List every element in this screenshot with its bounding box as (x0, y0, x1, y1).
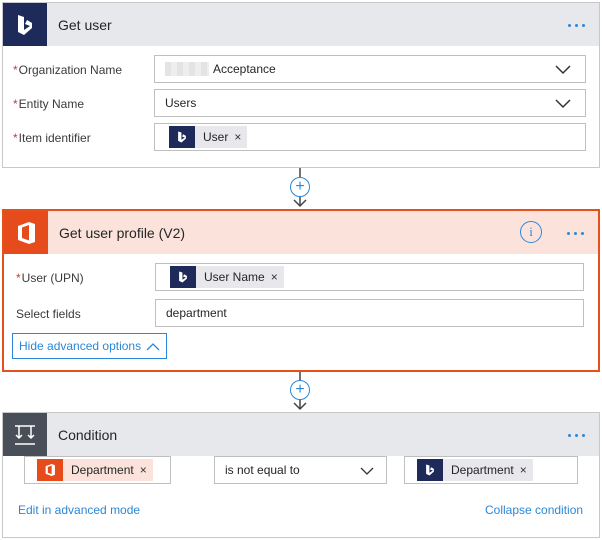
condition-operator-value: is not equal to (225, 463, 300, 477)
user-upn-field[interactable]: User Name × (155, 263, 584, 291)
add-step-button[interactable]: + (290, 380, 310, 400)
organization-name-row: *Organization Name Acceptance (3, 55, 599, 83)
get-user-profile-header[interactable]: Get user profile (V2) i (4, 211, 598, 254)
chevron-up-icon (146, 342, 160, 350)
office-logo-icon (4, 211, 48, 254)
hide-advanced-options-button[interactable]: Hide advanced options (12, 333, 168, 359)
organization-name-value: Acceptance (213, 62, 276, 76)
info-icon[interactable]: i (520, 221, 542, 243)
card-title: Get user profile (V2) (59, 224, 186, 241)
user-token[interactable]: User × (169, 126, 248, 148)
entity-name-label: Entity Name (18, 97, 85, 111)
more-options-button[interactable] (563, 425, 589, 445)
get-user-header[interactable]: Get user (3, 3, 599, 46)
chevron-down-icon (555, 65, 571, 75)
card-title: Get user (58, 16, 112, 33)
condition-icon (3, 413, 47, 456)
get-user-card: Get user *Organization Name Acceptance *… (2, 2, 600, 168)
remove-token-icon[interactable]: × (271, 270, 284, 284)
condition-operator-select[interactable]: is not equal to (214, 456, 387, 484)
item-identifier-row: *Item identifier User × (3, 123, 599, 151)
connector: + (290, 372, 310, 412)
user-upn-row: *User (UPN) User Name × (4, 263, 598, 291)
get-user-profile-card: Get user profile (V2) i *User (UPN) User… (2, 209, 600, 372)
dynamics-logo-icon (3, 3, 47, 46)
dynamics-logo-icon (169, 126, 195, 148)
department-token[interactable]: Department × (37, 459, 153, 481)
token-label: Department (451, 463, 514, 477)
item-identifier-field[interactable]: User × (154, 123, 586, 151)
entity-name-select[interactable]: Users (154, 89, 586, 117)
card-title: Condition (58, 426, 118, 443)
user-upn-label: User (UPN) (21, 271, 84, 285)
select-fields-input[interactable]: department (155, 299, 584, 327)
entity-name-value: Users (165, 96, 197, 110)
select-fields-value: department (166, 306, 227, 320)
dynamics-logo-icon (417, 459, 443, 481)
add-step-button[interactable]: + (290, 177, 310, 197)
condition-left-operand[interactable]: Department × (24, 456, 171, 484)
token-label: User (203, 130, 229, 144)
more-options-button[interactable] (563, 15, 589, 35)
dynamics-logo-icon (170, 266, 196, 288)
condition-right-operand[interactable]: Department × (404, 456, 578, 484)
chevron-down-icon (360, 467, 374, 475)
item-identifier-label: Item identifier (18, 131, 91, 145)
collapse-condition-link[interactable]: Collapse condition (485, 503, 583, 517)
edit-in-advanced-mode-link[interactable]: Edit in advanced mode (18, 503, 140, 517)
chevron-down-icon (555, 99, 571, 109)
remove-token-icon[interactable]: × (520, 463, 533, 477)
user-name-token[interactable]: User Name × (170, 266, 284, 288)
token-label: Department (71, 463, 134, 477)
entity-name-row: *Entity Name Users (3, 89, 599, 117)
condition-header[interactable]: Condition (3, 413, 599, 456)
redacted-block (165, 62, 209, 76)
organization-name-label: Organization Name (18, 63, 123, 77)
token-label: User Name (204, 270, 265, 284)
organization-name-select[interactable]: Acceptance (154, 55, 586, 83)
select-fields-row: Select fields department (4, 299, 598, 327)
hide-advanced-options-label: Hide advanced options (19, 339, 142, 353)
remove-token-icon[interactable]: × (140, 463, 153, 477)
department-token[interactable]: Department × (417, 459, 533, 481)
connector: + (290, 168, 310, 210)
remove-token-icon[interactable]: × (234, 130, 247, 144)
more-options-button[interactable] (562, 223, 588, 243)
office-logo-icon (37, 459, 63, 481)
select-fields-label: Select fields (16, 307, 81, 321)
